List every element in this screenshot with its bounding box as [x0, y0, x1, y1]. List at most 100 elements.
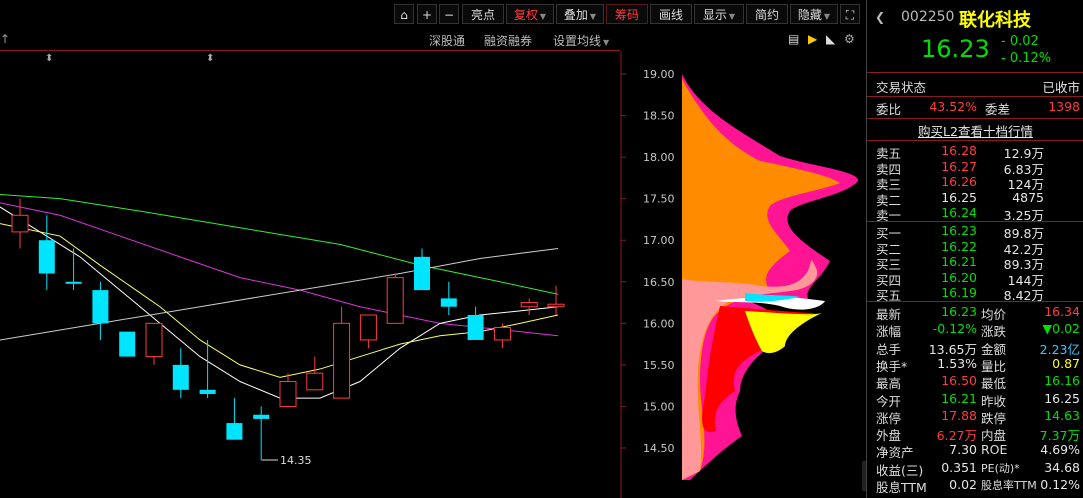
stat-label: PE(动)* [981, 461, 1020, 475]
order-book-row: 卖五 16.28 12.9万 [867, 143, 1083, 161]
ma-settings-label: 设置均线 [553, 34, 602, 48]
draw-line-label: 画线 [658, 8, 683, 22]
low-annotation-label: 14.35 [280, 454, 312, 467]
ma-line [0, 194, 559, 295]
stat-value: -0.12% [932, 321, 977, 337]
candle-body[interactable] [414, 256, 430, 291]
ma-settings-link[interactable]: 设置均线 ▼ [553, 32, 609, 49]
stat-label: 量比 [981, 358, 1007, 374]
lock-icon[interactable]: ⌂ [394, 4, 414, 24]
level-price[interactable]: 16.19 [927, 285, 977, 300]
shape-icon[interactable]: ◣ [826, 32, 835, 46]
chips-button[interactable]: 筹码 [606, 4, 648, 24]
gear-icon[interactable]: ⚙ [844, 32, 855, 46]
candle-body[interactable] [359, 314, 377, 341]
level-price[interactable]: 16.22 [927, 239, 977, 254]
candle-body[interactable] [145, 322, 163, 358]
candle-body[interactable] [467, 315, 484, 340]
candle-body[interactable] [65, 281, 82, 284]
candle-body[interactable] [226, 423, 243, 440]
stat-value: 7.30 [949, 442, 977, 458]
candle-body[interactable] [172, 364, 189, 390]
candle-body[interactable] [119, 331, 136, 357]
axis-tick-label: 18.00 [643, 151, 675, 164]
candle-body[interactable] [306, 372, 324, 391]
level-price[interactable]: 16.23 [927, 223, 977, 238]
stat-label: 涨幅 [876, 324, 902, 340]
candle-body[interactable] [493, 326, 511, 341]
level-price[interactable]: 16.21 [927, 254, 977, 269]
simple-button[interactable]: 简约 [746, 4, 788, 24]
axis-tick-label: 19.00 [643, 68, 675, 81]
stat-label: 总手 [876, 341, 902, 357]
diff-value: 1398 [1048, 99, 1080, 114]
axis-tick-label: 15.50 [643, 359, 675, 372]
axis-tick-label: 14.50 [643, 442, 675, 455]
candle-body[interactable] [520, 302, 538, 308]
level-price[interactable]: 16.20 [927, 270, 977, 285]
stat-value: 6.27万 [936, 428, 977, 444]
level-price[interactable]: 16.24 [927, 205, 977, 220]
highlight-button[interactable]: 亮点 [462, 4, 504, 24]
zoom-out-icon[interactable]: − [439, 4, 459, 24]
fullscreen-icon[interactable]: ⛶ [840, 4, 860, 24]
back-icon[interactable]: ❮ [875, 10, 885, 24]
axis-tick-label: 15.00 [643, 400, 675, 413]
candle-body[interactable] [386, 277, 404, 324]
level-price[interactable]: 16.27 [927, 159, 977, 174]
stat-label: 最高 [876, 376, 902, 392]
level-price[interactable]: 16.28 [927, 143, 977, 158]
draw-line-button[interactable]: 画线 [650, 4, 692, 24]
axis-tick-label: 17.00 [643, 234, 675, 247]
flag-icon[interactable]: ▶ [808, 32, 817, 46]
level-price[interactable]: 16.25 [927, 190, 977, 205]
candle-body[interactable] [11, 214, 29, 233]
hide-button[interactable]: 隐藏 ▼ [790, 4, 838, 24]
axis-tick-label: 16.00 [643, 317, 675, 330]
margin-link[interactable]: 融资融券 [484, 32, 532, 49]
display-label: 显示 [702, 8, 727, 22]
candle-body[interactable] [253, 414, 270, 419]
status-row: 交易状态 已收市 [867, 77, 1083, 95]
stats-row: 最高 16.50 最低 16.16 [867, 373, 1083, 392]
order-book-row: 买五 16.19 8.42万 [867, 285, 1083, 303]
quote-panel: ❮ 002250 联化科技 16.23 - 0.02 - 0.12% 交易状态 … [866, 0, 1083, 498]
level-volume: 4875 [1012, 189, 1044, 205]
stats-row: 净资产 7.30 ROE 4.69% [867, 442, 1083, 460]
order-book-row: 买二 16.22 42.2万 [867, 239, 1083, 257]
status-label: 交易状态 [876, 80, 927, 95]
ratio-value: 43.52% [929, 99, 977, 114]
candle-body[interactable] [279, 381, 297, 407]
kline-chart[interactable]: ⬍ ⬍ 19.00 18.50 18.00 17.50 17.00 16.50 16.00 1… [0, 51, 866, 498]
adjust-label: 复权 [513, 8, 538, 22]
stat-label: 金额 [981, 341, 1007, 357]
stat-value: 16.50 [941, 373, 977, 389]
stat-label: 股息率TTM [981, 479, 1037, 492]
candle-body[interactable] [547, 303, 565, 308]
candle-body[interactable] [199, 389, 216, 394]
stat-value: ▼0.02 [1042, 321, 1080, 337]
candle-body[interactable] [38, 240, 55, 274]
display-button[interactable]: 显示 ▼ [694, 4, 744, 24]
l2-link[interactable]: 购买L2查看十档行情 [918, 124, 1033, 139]
candle-body[interactable] [440, 298, 457, 307]
candle-body[interactable] [92, 290, 109, 324]
stat-value: 16.21 [941, 390, 977, 406]
cost-icon[interactable]: ▤ [788, 32, 799, 46]
low-annotation: 14.35 [262, 454, 312, 467]
arrow-up-icon: ↑ [0, 32, 11, 46]
overlay-button[interactable]: 叠加 ▼ [556, 4, 604, 24]
adjust-button[interactable]: 复权 ▼ [506, 4, 554, 24]
hk-connect-link[interactable]: 深股通 [429, 32, 465, 49]
stats-row: 总手 13.65万 金额 2.23亿 [867, 339, 1083, 357]
stat-label: 均价 [981, 307, 1007, 322]
zoom-in-icon[interactable]: + [417, 4, 437, 24]
divider [867, 118, 1083, 119]
level-price[interactable]: 16.26 [927, 174, 977, 189]
candle-body[interactable] [333, 322, 351, 399]
stock-name: 联化科技 [959, 10, 1031, 31]
chips-label: 筹码 [614, 8, 639, 22]
diff-label: 委差 [985, 102, 1011, 117]
chevron-down-icon: ▼ [589, 12, 597, 21]
highlight-label: 亮点 [470, 8, 495, 22]
